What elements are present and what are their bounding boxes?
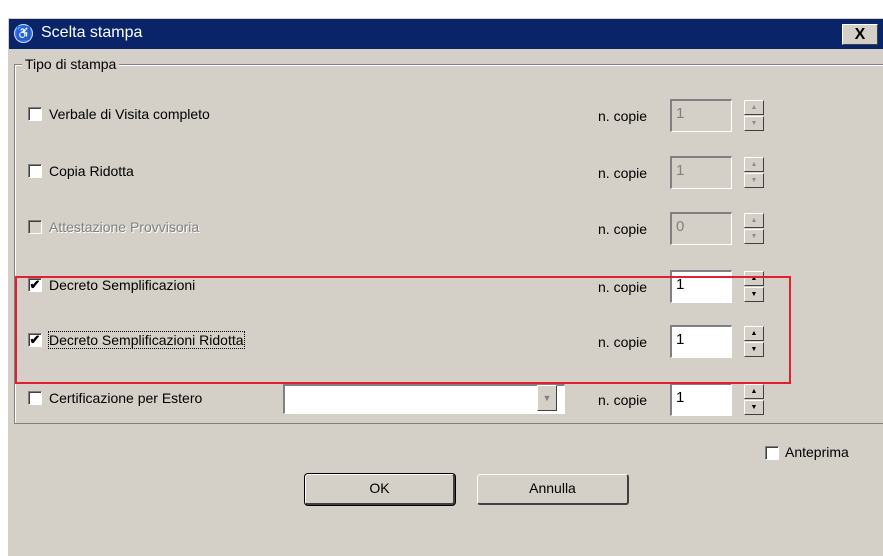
dialog-window: ♿ Scelta stampa X Tipo di stampa Verbale… (8, 18, 883, 556)
label-decreto[interactable]: Decreto Semplificazioni (49, 277, 195, 293)
spin-up-icon[interactable]: ▲ (744, 384, 764, 399)
copies-spinner-attestazione: ▲ ▼ (744, 213, 764, 244)
label-copia-ridotta[interactable]: Copia Ridotta (49, 163, 134, 179)
copies-input-copia-ridotta[interactable]: 1 (670, 156, 732, 189)
title-bar[interactable]: ♿ Scelta stampa X (9, 19, 883, 49)
copies-input-verbale[interactable]: 1 (670, 99, 732, 132)
label-decreto-ridotta[interactable]: Decreto Semplificazioni Ridotta (48, 331, 245, 349)
copies-spinner-certificazione[interactable]: ▲ ▼ (744, 384, 764, 415)
print-type-group: Tipo di stampa Verbale di Visita complet… (14, 56, 883, 424)
spin-up-icon[interactable]: ▲ (744, 157, 764, 172)
copies-input-certificazione[interactable]: 1 (670, 383, 732, 416)
spin-down-icon[interactable]: ▼ (744, 173, 764, 188)
print-row-verbale: Verbale di Visita completo n. copie 1 ▲ … (15, 96, 883, 136)
spin-up-icon[interactable]: ▲ (744, 271, 764, 286)
spin-down-icon: ▼ (744, 229, 764, 244)
cancel-button[interactable]: Annulla (477, 474, 629, 505)
copies-spinner-copia-ridotta[interactable]: ▲ ▼ (744, 157, 764, 188)
copies-spinner-decreto[interactable]: ▲ ▼ (744, 271, 764, 302)
print-row-attestazione: Attestazione Provvisoria n. copie 0 ▲ ▼ (15, 209, 883, 249)
checkbox-decreto-ridotta[interactable]: ✔ (28, 333, 42, 347)
ok-button[interactable]: OK (305, 474, 455, 505)
copies-label: n. copie (598, 392, 648, 408)
wheelchair-icon: ♿ (14, 24, 33, 43)
anteprima-option[interactable]: Anteprima (765, 444, 883, 464)
checkbox-decreto[interactable]: ✔ (28, 278, 42, 292)
checkbox-certificazione[interactable] (28, 391, 42, 405)
label-attestazione: Attestazione Provvisoria (49, 219, 200, 235)
checkbox-anteprima[interactable] (765, 446, 779, 460)
copies-input-decreto[interactable]: 1 (670, 270, 732, 303)
checkbox-verbale[interactable] (28, 107, 42, 121)
print-row-decreto-ridotta: ✔ Decreto Semplificazioni Ridotta n. cop… (15, 322, 883, 362)
spin-down-icon[interactable]: ▼ (744, 116, 764, 131)
print-row-certificazione: Certificazione per Estero n. copie 1 ▲ ▼ (15, 380, 883, 420)
copies-label: n. copie (598, 334, 648, 350)
spin-down-icon[interactable]: ▼ (744, 400, 764, 415)
print-row-decreto: ✔ Decreto Semplificazioni n. copie 1 ▲ ▼ (15, 267, 883, 307)
copies-input-attestazione: 0 (670, 212, 732, 245)
checkbox-copia-ridotta[interactable] (28, 164, 42, 178)
print-row-copia-ridotta: Copia Ridotta n. copie 1 ▲ ▼ (15, 153, 883, 193)
label-certificazione[interactable]: Certificazione per Estero (49, 390, 202, 406)
copies-input-decreto-ridotta[interactable]: 1 (670, 325, 732, 358)
country-select[interactable] (283, 384, 565, 414)
copies-label: n. copie (598, 221, 648, 237)
copies-spinner-decreto-ridotta[interactable]: ▲ ▼ (744, 326, 764, 357)
label-verbale[interactable]: Verbale di Visita completo (49, 106, 210, 122)
label-anteprima[interactable]: Anteprima (785, 444, 849, 460)
spin-up-icon[interactable]: ▲ (744, 100, 764, 115)
group-legend: Tipo di stampa (22, 56, 120, 72)
copies-label: n. copie (598, 108, 648, 124)
spin-down-icon[interactable]: ▼ (744, 342, 764, 357)
checkbox-attestazione (28, 220, 42, 234)
chevron-down-icon[interactable]: ▼ (537, 385, 557, 411)
spin-down-icon[interactable]: ▼ (744, 287, 764, 302)
spin-up-icon[interactable]: ▲ (744, 326, 764, 341)
copies-label: n. copie (598, 279, 648, 295)
copies-label: n. copie (598, 165, 648, 181)
close-button[interactable]: X (842, 24, 878, 45)
spin-up-icon: ▲ (744, 213, 764, 228)
copies-spinner-verbale[interactable]: ▲ ▼ (744, 100, 764, 131)
window-title: Scelta stampa (41, 24, 143, 41)
